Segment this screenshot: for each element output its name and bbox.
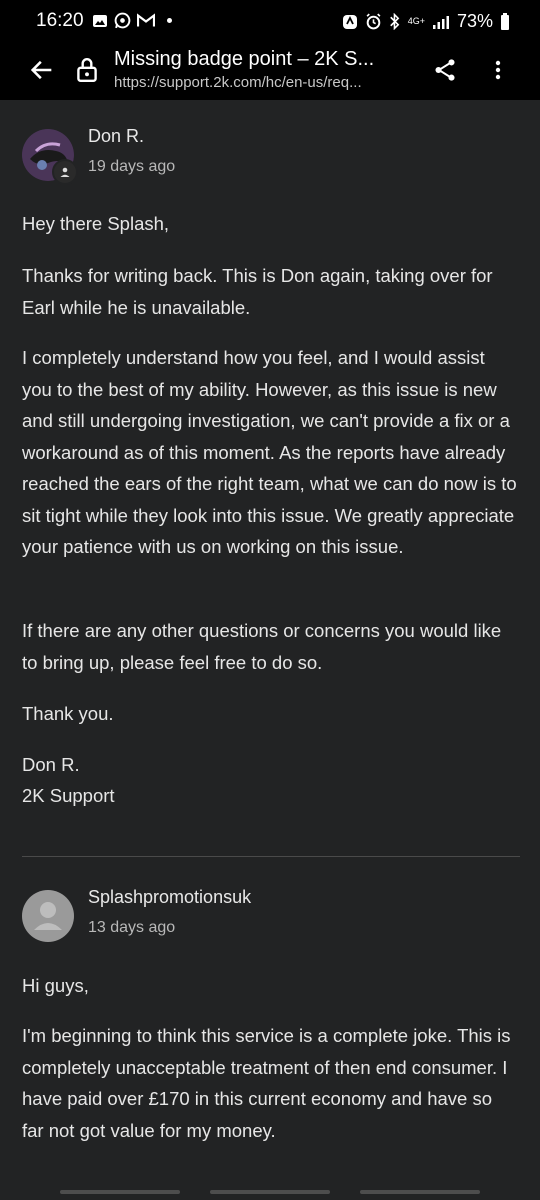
gmail-notification-icon	[137, 13, 155, 27]
comment-date: 13 days ago	[88, 919, 176, 936]
bluetooth-icon	[389, 13, 400, 30]
comment-paragraph: Hi guys,	[22, 975, 89, 996]
nav-home[interactable]	[210, 1190, 330, 1194]
network-type: 4G+	[407, 16, 425, 26]
comment-paragraph: Thanks for writing back. This is Don aga…	[22, 265, 493, 318]
lock-icon[interactable]	[74, 56, 100, 84]
page-content: Don R. 19 days ago Hey there Splash, Tha…	[0, 100, 540, 1188]
back-arrow-icon[interactable]	[28, 56, 56, 84]
avatar[interactable]	[22, 890, 74, 942]
page-title-block[interactable]: Missing badge point – 2K S... https://su…	[114, 48, 414, 91]
battery-percent: 73%	[456, 11, 493, 31]
whatsapp-notification-icon	[114, 12, 131, 29]
comment-divider	[22, 856, 520, 857]
vpn-icon	[342, 14, 357, 29]
status-bar: 16:20 4G+ 73%	[0, 0, 540, 44]
avatar[interactable]	[22, 129, 78, 185]
status-time: 16:20	[36, 10, 84, 31]
share-icon[interactable]	[432, 56, 458, 84]
status-right-group: 4G+ 73%	[342, 11, 510, 32]
comment-author[interactable]: Don R.	[88, 126, 144, 147]
gallery-notification-icon	[93, 14, 107, 27]
agent-badge	[52, 159, 78, 185]
signature-team: 2K Support	[22, 785, 115, 806]
comment-author[interactable]: Splashpromotionsuk	[88, 887, 251, 908]
comment-paragraph: If there are any other questions or conc…	[22, 620, 502, 673]
signature-name: Don R.	[22, 754, 80, 775]
page-title: Missing badge point – 2K S...	[114, 48, 375, 70]
person-icon	[60, 167, 70, 177]
battery-icon	[501, 12, 509, 30]
system-nav-bar	[0, 1188, 540, 1200]
browser-app-bar: Missing badge point – 2K S... https://su…	[0, 44, 540, 100]
comment-date: 19 days ago	[88, 158, 176, 175]
alarm-icon	[366, 13, 381, 30]
comment-paragraph: Thank you.	[22, 703, 114, 724]
nav-back[interactable]	[360, 1190, 480, 1194]
signal-icon	[432, 15, 449, 29]
default-avatar-icon	[34, 902, 62, 930]
notification-icons	[92, 12, 172, 29]
comment-paragraph: I completely understand how you feel, an…	[22, 347, 517, 557]
nav-recents[interactable]	[60, 1190, 180, 1194]
comment-paragraph: I'm beginning to think this service is a…	[22, 1025, 511, 1141]
more-notifications-dot	[167, 18, 172, 23]
more-options-icon[interactable]	[488, 56, 508, 84]
page-url: https://support.2k.com/hc/en-us/req...	[114, 74, 362, 91]
comment-paragraph: Hey there Splash,	[22, 213, 170, 234]
